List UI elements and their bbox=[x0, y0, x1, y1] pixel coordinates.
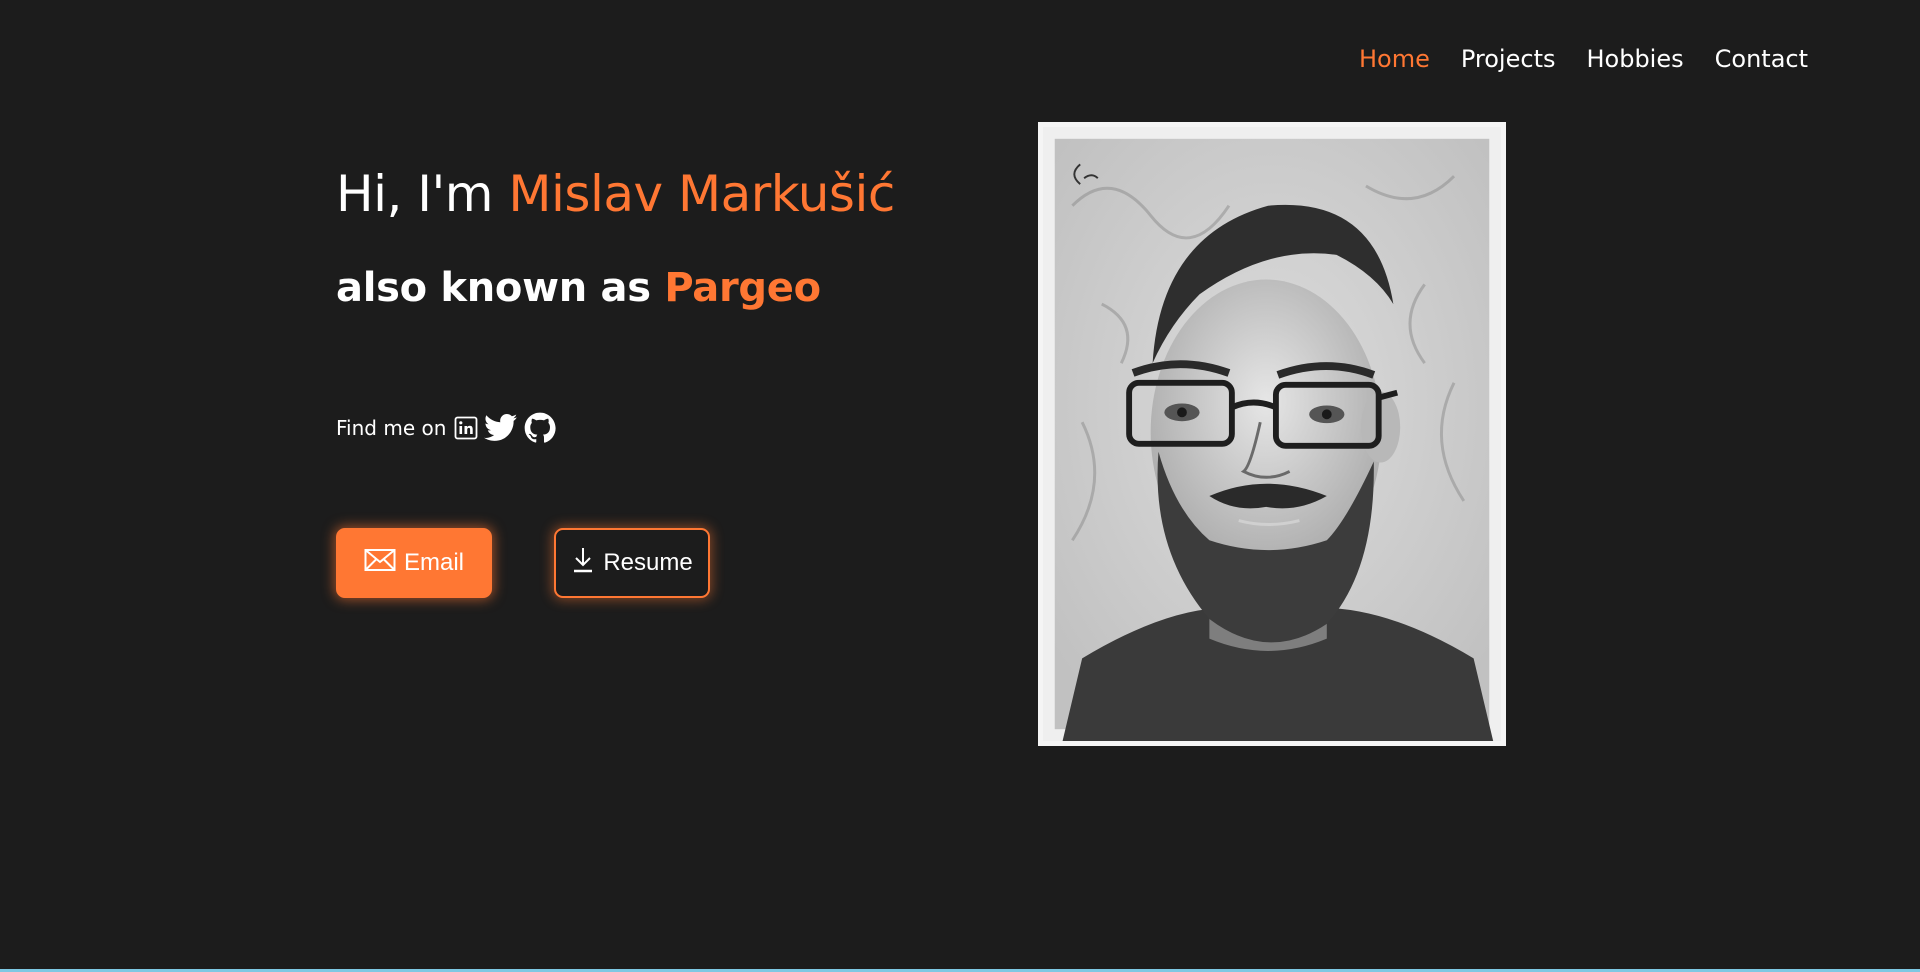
pencil-portrait-image bbox=[1043, 127, 1501, 741]
resume-download-button[interactable]: Resume bbox=[554, 528, 710, 598]
email-button-label: Email bbox=[403, 549, 464, 576]
hero-greeting: Hi, I'm Mislav Markušić bbox=[336, 160, 895, 228]
cta-buttons: Email Resume bbox=[336, 528, 895, 598]
envelope-icon bbox=[364, 548, 396, 579]
linkedin-icon bbox=[454, 416, 478, 440]
linkedin-link[interactable] bbox=[454, 416, 478, 440]
alias-name: Pargeo bbox=[664, 265, 821, 311]
hero-alias: also known as Pargeo bbox=[336, 260, 895, 316]
resume-button-label: Resume bbox=[603, 549, 693, 576]
github-icon bbox=[524, 412, 556, 444]
download-icon bbox=[571, 546, 595, 581]
twitter-link[interactable] bbox=[484, 414, 518, 442]
nav-projects[interactable]: Projects bbox=[1461, 42, 1556, 76]
page: Home Projects Hobbies Contact Hi, I'm Mi… bbox=[0, 0, 1920, 972]
github-link[interactable] bbox=[524, 412, 556, 444]
nav-hobbies[interactable]: Hobbies bbox=[1586, 42, 1683, 76]
greeting-prefix: Hi, I'm bbox=[336, 165, 509, 223]
hero-section: Hi, I'm Mislav Markušić also known as Pa… bbox=[336, 160, 895, 598]
aka-prefix: also known as bbox=[336, 265, 665, 311]
nav-home[interactable]: Home bbox=[1359, 42, 1430, 76]
email-button[interactable]: Email bbox=[336, 528, 492, 598]
find-me-label: Find me on bbox=[336, 416, 447, 440]
hero-name: Mislav Markušić bbox=[508, 165, 895, 223]
main-nav: Home Projects Hobbies Contact bbox=[1359, 42, 1808, 76]
social-links: Find me on bbox=[336, 412, 895, 444]
portrait-image bbox=[1038, 122, 1506, 746]
nav-contact[interactable]: Contact bbox=[1715, 42, 1808, 76]
twitter-icon bbox=[484, 414, 518, 442]
